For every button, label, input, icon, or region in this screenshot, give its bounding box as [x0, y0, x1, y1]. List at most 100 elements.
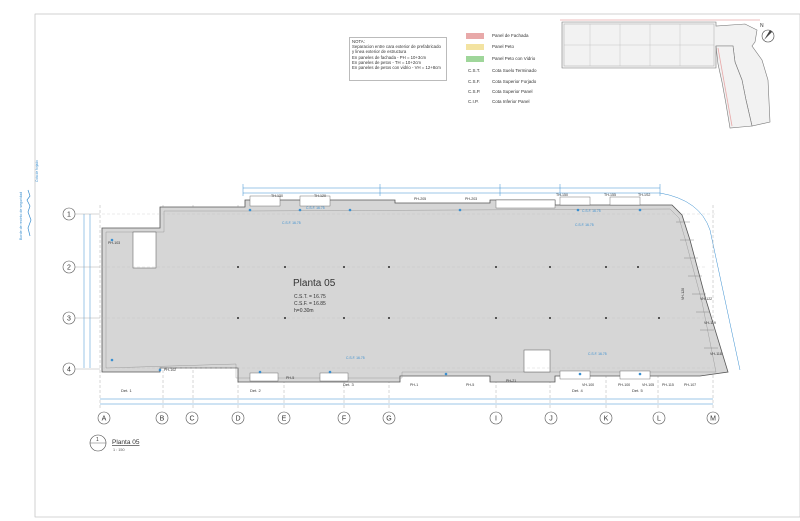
column-grid-bubbles: ABCDEFGIJKLM: [97, 411, 720, 425]
panel-tag: VH-118: [710, 352, 722, 356]
column-bubble-label: D: [235, 416, 240, 423]
row-bubble-label: 3: [67, 316, 71, 323]
column-bubble-G: G: [382, 411, 396, 425]
elevation-label: C.S.F. 16.75: [306, 206, 325, 210]
detail-tag: Det. 1: [121, 388, 132, 393]
note-box: NOTA: Separacion entre cara exterior de …: [349, 37, 447, 81]
row-bubble-2: 2: [62, 260, 100, 274]
panel-tag: TH-130: [271, 194, 283, 198]
void-top-left: [132, 231, 157, 269]
column-bubble-I: I: [489, 411, 503, 425]
detail-tags: Det. 1 Det. 2 Det. 3 Det. 4 Det. 5: [121, 382, 643, 393]
column-bubble-label: I: [495, 416, 497, 423]
panel-tag: TH-155: [604, 193, 616, 197]
floor-plan: [101, 195, 729, 383]
column-bubble-label: A: [102, 416, 107, 423]
detail-tag: Det. 4: [572, 388, 583, 393]
legend-label: Panel Peto: [492, 44, 515, 49]
panel-tag: PH-1: [410, 383, 418, 387]
legend-swatch: [466, 56, 484, 62]
column-bubble-A: A: [97, 411, 111, 425]
plan-height: h=0.30m: [294, 308, 314, 314]
legend-label: Cota Superior Panel: [492, 89, 533, 94]
column-bubble-B: B: [155, 411, 169, 425]
panel-tag: TH-120: [314, 194, 326, 198]
void-bottom-right: [523, 349, 551, 373]
legend-row: Panel Peto: [466, 44, 556, 51]
column-bubble-label: L: [657, 416, 661, 423]
title-block: 1 Planta 05 1 : 150: [89, 434, 140, 452]
note-line: En paneles de petos con vidrio - VH = 12…: [352, 65, 441, 71]
elevation-label: C.S.F. 16.75: [346, 356, 365, 360]
legend-row: C.S.F. Cota Superior Forjado: [466, 79, 556, 86]
panel-tag: PH-205: [414, 197, 426, 201]
legend-code: C.S.P.: [468, 89, 481, 94]
row-bubble-label: 1: [67, 212, 71, 219]
column-bubble-label: F: [342, 416, 346, 423]
panel-tag: PH-5: [466, 383, 474, 387]
north-arrow: N: [760, 23, 775, 43]
panel-tag: PH-21: [506, 379, 516, 383]
panel-tag: VH-105: [642, 383, 654, 387]
floor-slab: [101, 199, 729, 383]
plan-title: Planta 05: [293, 278, 336, 289]
side-label-1: Borde de recinto de seguridad: [19, 192, 23, 240]
column-bubble-label: C: [189, 416, 194, 423]
title-block-number: 1: [96, 437, 99, 443]
panel-tag: PH-103: [108, 241, 120, 245]
panel-tag: TH-1S2: [638, 193, 650, 197]
row-bubble-3: 3: [62, 311, 100, 325]
panel-tag: PH-5: [286, 376, 294, 380]
legend-code: C.S.F.: [468, 79, 481, 84]
side-labels: Borde de recinto de seguridad Cota de fo…: [19, 160, 39, 240]
row-bubble-1: 1: [62, 207, 100, 221]
elevation-label: C.S.F. 16.75: [588, 352, 607, 356]
row-bubble-label: 2: [67, 265, 71, 272]
column-bubble-label: J: [549, 416, 553, 423]
column-bubble-label: K: [604, 416, 609, 423]
left-dimension-lines: [83, 214, 91, 368]
row-grid-bubbles: 1 2 3 4: [62, 207, 100, 376]
legend-label: Cota Inferior Panel: [492, 99, 530, 104]
column-bubble-D: D: [231, 411, 245, 425]
column-bubble-F: F: [337, 411, 351, 425]
column-bubble-J: J: [544, 411, 558, 425]
elevation-label: C.S.F. 16.75: [582, 209, 601, 213]
legend-row: Panel Peto con Vidrio: [466, 56, 556, 63]
row-bubble-label: 4: [67, 367, 71, 374]
column-bubble-C: C: [185, 411, 199, 425]
panel-tag: PH-203: [465, 197, 477, 201]
legend-code: C.S.T.: [468, 68, 481, 73]
legend-row: C.S.P. Cota Superior Panel: [466, 89, 556, 96]
panel-tag: VH-120: [681, 288, 685, 300]
panel-tag: VH-100: [582, 383, 594, 387]
column-bubble-label: B: [160, 416, 165, 423]
panel-tag: PH-100: [618, 383, 630, 387]
panel-tag: PH-102: [164, 368, 176, 372]
column-bubble-L: L: [652, 411, 666, 425]
legend-row: C.S.T. Cota Suelo Terminado: [466, 68, 556, 75]
detail-tag: Det. 2: [250, 388, 261, 393]
elevation-label: C.S.F. 16.75: [575, 223, 594, 227]
legend-row: Panel de Fachada: [466, 33, 556, 40]
detail-tag: Det. 3: [343, 382, 354, 387]
panel-tag: VH-122: [700, 297, 712, 301]
plan-csf: C.S.F. = 16.85: [294, 301, 326, 307]
elevation-label: C.S.F. 16.75: [282, 221, 301, 225]
legend-label: Cota Superior Forjado: [492, 79, 537, 84]
legend-swatch: [466, 33, 484, 39]
legend-label: Cota Suelo Terminado: [492, 68, 537, 73]
title-block-scale: 1 : 150: [113, 448, 125, 452]
column-bubble-label: E: [282, 416, 287, 423]
row-bubble-4: 4: [62, 362, 100, 376]
panel-tag: PH-115: [662, 383, 674, 387]
plan-cst: C.S.T. = 16.75: [294, 294, 326, 300]
legend-row: C.I.P. Cota Inferior Panel: [466, 99, 556, 106]
legend-swatch: [466, 44, 484, 50]
key-plan: [560, 19, 771, 129]
panel-tag: PH-107: [684, 383, 696, 387]
side-profile-line: [26, 189, 32, 237]
side-label-2: Cota de forjado: [35, 160, 39, 182]
legend-code: C.I.P.: [468, 99, 479, 104]
column-bubble-M: M: [706, 411, 720, 425]
